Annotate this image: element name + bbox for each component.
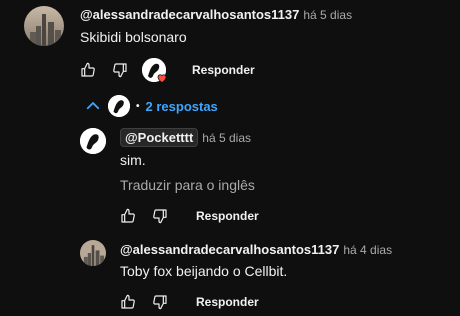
comment-header: @alessandradecarvalhosantos1137 há 5 dias	[80, 6, 352, 24]
dislike-button[interactable]	[110, 60, 130, 80]
reply-avatar[interactable]	[80, 128, 106, 154]
chevron-up-icon	[86, 102, 100, 110]
avatar[interactable]	[24, 6, 64, 46]
reply-text: Toby fox beijando o Cellbit.	[120, 263, 288, 279]
reply-time[interactable]: há 4 dias	[343, 243, 392, 257]
comment-thread: @alessandradecarvalhosantos1137 há 5 dias…	[0, 0, 460, 316]
separator-dot: •	[136, 100, 140, 112]
translate-link[interactable]: Traduzir para o inglês	[120, 177, 255, 193]
like-button[interactable]	[118, 292, 138, 312]
comment-text: Skibidi bolsonaro	[80, 29, 187, 45]
reply-time[interactable]: há 5 dias	[202, 131, 251, 145]
thumbs-up-icon	[81, 62, 95, 77]
creator-avatar-small	[108, 95, 130, 117]
reply-button[interactable]: Responder	[196, 295, 259, 309]
reply-header: @Pocketttt há 5 dias	[120, 128, 251, 147]
reply-button[interactable]: Responder	[196, 209, 259, 223]
reply-text: sim.	[120, 152, 146, 168]
dislike-button[interactable]	[150, 206, 170, 226]
thumbs-up-icon	[121, 208, 135, 223]
comment-author[interactable]: @alessandradecarvalhosantos1137	[80, 7, 299, 22]
thumbs-up-icon	[121, 294, 135, 309]
reply-author-mention[interactable]: @Pocketttt	[120, 128, 199, 147]
comment-time[interactable]: há 5 dias	[303, 8, 352, 22]
reply-avatar[interactable]	[80, 240, 106, 266]
reply-button[interactable]: Responder	[192, 63, 255, 77]
thumbs-down-icon	[113, 63, 127, 78]
like-button[interactable]	[118, 206, 138, 226]
thumbs-down-icon	[153, 209, 167, 224]
heart-icon	[157, 74, 167, 83]
reply-header: @alessandradecarvalhosantos1137 há 4 dias	[120, 241, 392, 259]
replies-count-label: 2 respostas	[145, 98, 218, 114]
dislike-button[interactable]	[150, 292, 170, 312]
reply-author[interactable]: @alessandradecarvalhosantos1137	[120, 242, 339, 257]
like-button[interactable]	[78, 60, 98, 80]
thumbs-down-icon	[153, 295, 167, 310]
replies-toggle[interactable]: • 2 respostas	[84, 94, 218, 118]
